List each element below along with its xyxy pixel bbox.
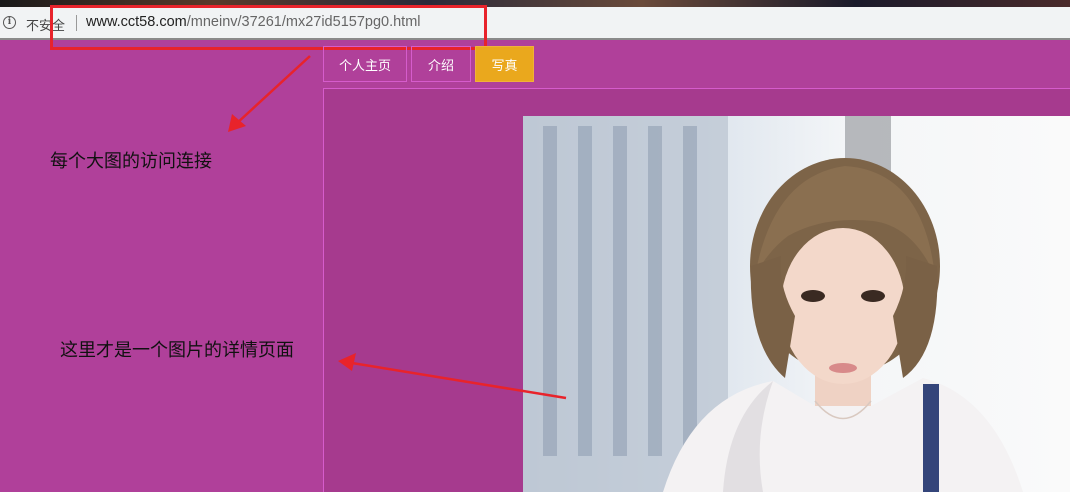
annotation-arrows <box>228 55 567 400</box>
arrow-to-url-note <box>228 55 311 132</box>
arrow-to-detail-note <box>338 353 567 400</box>
